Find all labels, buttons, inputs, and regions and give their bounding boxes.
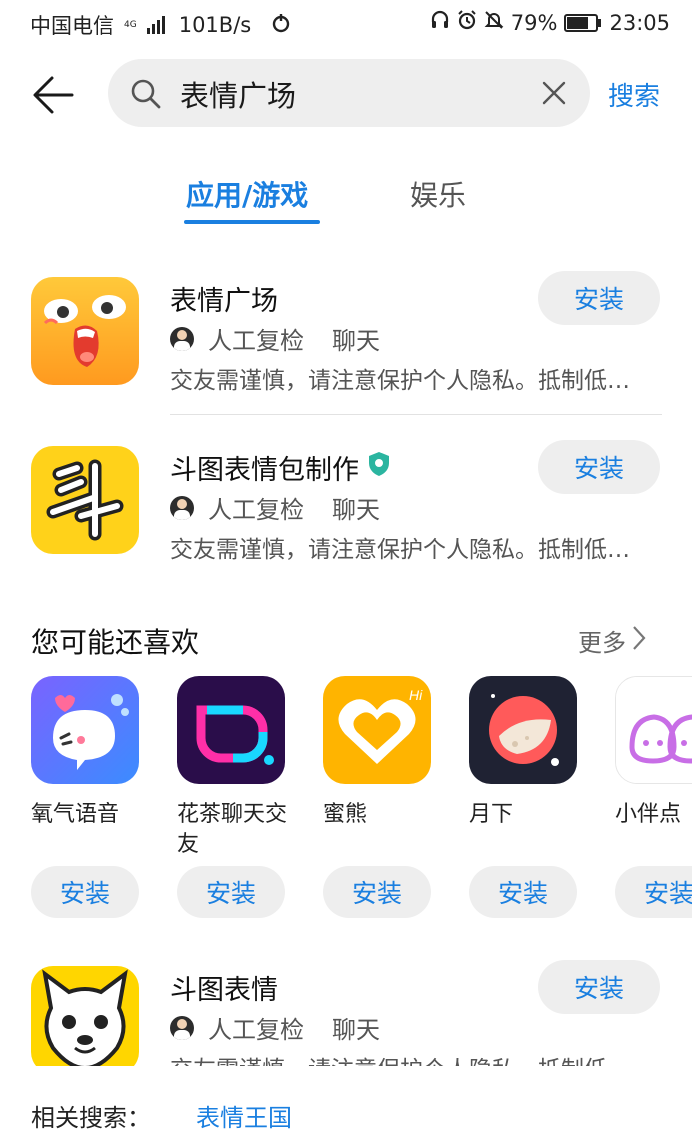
search-icon xyxy=(130,78,162,110)
app-name-text: 斗图表情包制作 xyxy=(170,455,359,486)
install-button[interactable]: 安装 xyxy=(323,866,431,918)
clear-icon[interactable] xyxy=(540,79,568,107)
network-speed: 101B/s xyxy=(178,13,252,37)
app-icon-xiaobandian xyxy=(615,676,692,784)
app-meta: 人工复检 聊天 xyxy=(170,490,380,525)
install-button[interactable]: 安装 xyxy=(177,866,285,918)
recommend-item[interactable]: 月下 安装 xyxy=(469,676,577,918)
recommend-item[interactable]: 小伴点 安装 xyxy=(615,676,692,918)
install-button[interactable]: 安装 xyxy=(31,866,139,918)
more-label: 更多 xyxy=(578,629,626,657)
network-type-label: 4G xyxy=(124,19,137,30)
review-label: 人工复检 xyxy=(208,327,304,355)
app-icon-biaoqing-guangchang xyxy=(31,277,139,385)
reviewer-avatar-icon xyxy=(170,1015,194,1040)
recommend-item-name: 蜜熊 xyxy=(323,802,368,827)
app-icon-yangqi-yuyin xyxy=(31,676,139,784)
app-description: 交友需谨慎，请注意保护个人隐私。抵制低俗信息，文明交友。 xyxy=(170,537,648,563)
recommend-item[interactable]: 氧气语音 安装 xyxy=(31,676,139,918)
category-label: 聊天 xyxy=(332,1016,380,1044)
app-name-text: 表情广场 xyxy=(170,286,278,317)
network-type-icon: 4G xyxy=(124,19,137,30)
app-icon-mixiong: Hi xyxy=(323,676,431,784)
battery-percent: 79% xyxy=(510,10,558,35)
recommend-item-name: 月下 xyxy=(469,802,514,827)
app-meta: 人工复检 聊天 xyxy=(170,321,380,356)
verified-shield-icon xyxy=(367,451,391,484)
recommend-item[interactable]: 花茶聊天交友 安装 xyxy=(177,676,288,918)
back-arrow-icon[interactable] xyxy=(30,72,76,118)
battery-icon xyxy=(564,13,602,32)
app-description: 交友需谨慎，请注意保护个人隐私。抵制低俗信息，文明交友。 xyxy=(170,368,648,394)
app-meta: 人工复检 聊天 xyxy=(170,1010,380,1045)
install-button[interactable]: 安装 xyxy=(615,866,692,918)
headset-icon xyxy=(430,10,450,35)
category-label: 聊天 xyxy=(332,327,380,355)
recommend-item-name: 花茶聊天交友 xyxy=(177,802,288,857)
reviewer-avatar-icon xyxy=(170,326,194,351)
list-item[interactable]: 斗图表情包制作 人工复检 聊天 交友需谨慎，请注意保护个人隐私。抵制低俗信息，文… xyxy=(0,440,692,586)
search-bar[interactable] xyxy=(108,59,590,127)
tab-apps-games[interactable]: 应用/游戏 xyxy=(186,174,308,214)
related-search-link[interactable]: 表情王国 xyxy=(196,1098,292,1133)
status-bar: 中国电信 4G 101B/s 79% 23:05 xyxy=(0,0,692,48)
reviewer-avatar-icon xyxy=(170,495,194,520)
active-tab-indicator xyxy=(184,220,320,224)
signal-icon xyxy=(146,16,165,34)
install-button[interactable]: 安装 xyxy=(538,440,660,494)
recommend-item-name: 氧气语音 xyxy=(31,802,120,827)
app-icon-huacha-liaotian xyxy=(177,676,285,784)
install-button[interactable]: 安装 xyxy=(538,271,660,325)
carrier-label: 中国电信 xyxy=(30,14,114,38)
recommend-item-name: 小伴点 xyxy=(615,802,682,827)
alarm-icon xyxy=(457,10,477,35)
review-label: 人工复检 xyxy=(208,496,304,524)
list-item[interactable]: 表情广场 人工复检 聊天 交友需谨慎，请注意保护个人隐私。抵制低俗信息，文明交友… xyxy=(0,271,692,417)
more-link[interactable]: 更多 xyxy=(578,623,646,658)
sync-icon xyxy=(271,13,291,38)
search-button[interactable]: 搜索 xyxy=(608,76,660,113)
app-icon-doutu-biaoqing xyxy=(31,966,139,1074)
section-title: 您可能还喜欢 xyxy=(31,626,200,659)
chevron-right-icon xyxy=(632,625,646,657)
app-icon-doutu-biaoqingbao xyxy=(31,446,139,554)
app-name-text: 斗图表情 xyxy=(170,975,278,1006)
search-input[interactable] xyxy=(178,71,522,117)
review-label: 人工复检 xyxy=(208,1016,304,1044)
svg-text:Hi: Hi xyxy=(409,687,423,703)
app-name[interactable]: 斗图表情 xyxy=(170,968,278,1007)
recommend-item[interactable]: Hi 蜜熊 安装 xyxy=(323,676,431,918)
category-label: 聊天 xyxy=(332,496,380,524)
divider xyxy=(170,414,662,415)
mute-icon xyxy=(484,10,504,35)
install-button[interactable]: 安装 xyxy=(469,866,577,918)
clock: 23:05 xyxy=(609,10,670,35)
install-button[interactable]: 安装 xyxy=(538,960,660,1014)
related-search-label: 相关搜索： xyxy=(31,1104,151,1132)
tab-entertainment[interactable]: 娱乐 xyxy=(410,174,466,214)
app-name[interactable]: 表情广场 xyxy=(170,279,278,318)
app-icon-yuexia xyxy=(469,676,577,784)
app-name[interactable]: 斗图表情包制作 xyxy=(170,448,391,487)
